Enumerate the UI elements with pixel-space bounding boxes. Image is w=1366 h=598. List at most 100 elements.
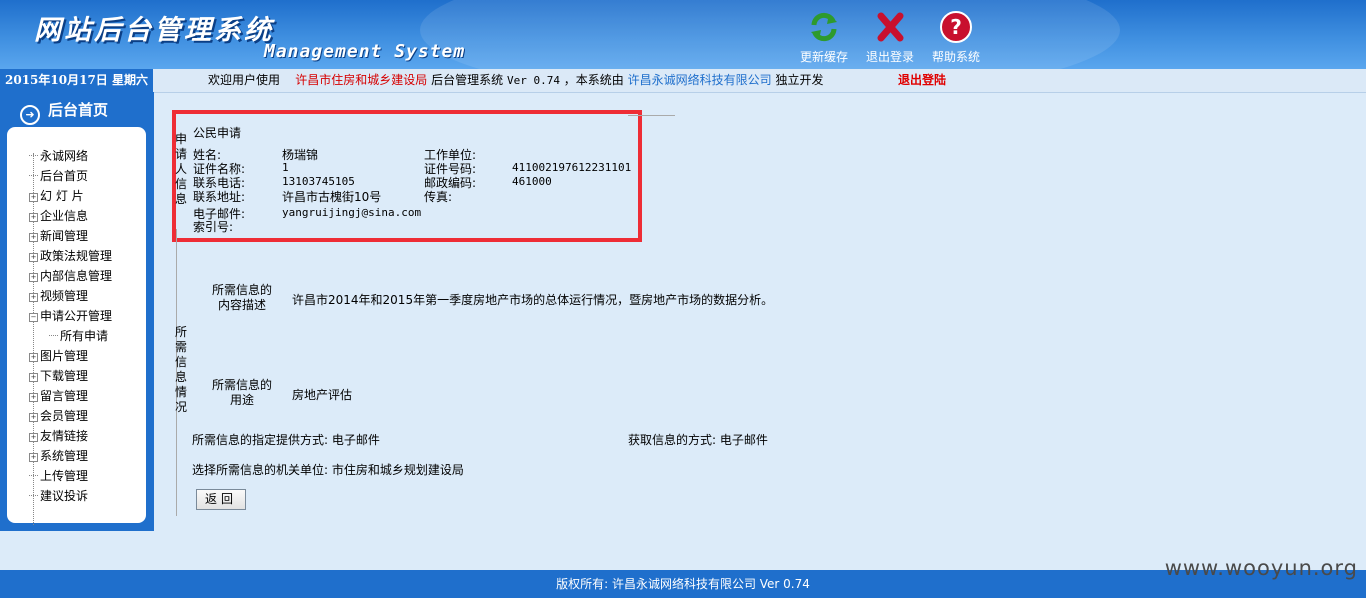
watermark: www.wooyun.org bbox=[1164, 556, 1358, 580]
sidebar-item-news[interactable]: + 新闻管理 bbox=[29, 226, 112, 246]
welcome-text: 欢迎用户使用 许昌市住房和城乡建设局 后台管理系统 Ver 0.74 ，本系统由… bbox=[208, 69, 823, 92]
fax-label: 传真: bbox=[424, 190, 453, 204]
address-value: 许昌市古槐街10号 bbox=[282, 190, 382, 204]
expand-plus-icon[interactable]: + bbox=[29, 413, 38, 422]
expand-plus-icon[interactable]: + bbox=[29, 373, 38, 382]
sidebar-item-label: 友情链接 bbox=[40, 429, 89, 443]
sidebar-item-company-info[interactable]: + 企业信息 bbox=[29, 206, 112, 226]
sidebar-item-label: 留言管理 bbox=[40, 389, 89, 403]
sidebar-item-all-requests[interactable]: 所有申请 bbox=[29, 326, 112, 346]
applicant-section-label: 申请人信息 bbox=[174, 132, 187, 206]
expand-plus-icon[interactable]: + bbox=[29, 293, 38, 302]
sidebar-item-messages[interactable]: + 留言管理 bbox=[29, 386, 112, 406]
help-button[interactable]: ? 帮助系统 bbox=[921, 10, 991, 65]
sidebar-item-label: 新闻管理 bbox=[40, 229, 89, 243]
phone-value: 13103745105 bbox=[282, 175, 355, 188]
id-type-value: 1 bbox=[282, 161, 289, 174]
app-title: 网站后台管理系统 bbox=[34, 15, 274, 46]
app-subtitle: Management System bbox=[264, 41, 466, 62]
sidebar-item-label: 系统管理 bbox=[40, 449, 89, 463]
header-banner: 网站后台管理系统 Management System 更新缓存 退出登录 ? 帮… bbox=[0, 0, 1366, 69]
sidebar-item-system[interactable]: + 系统管理 bbox=[29, 446, 112, 466]
banner-decoration bbox=[420, 0, 1120, 69]
refresh-icon bbox=[811, 12, 837, 42]
divider-line bbox=[628, 115, 675, 116]
sidebar-home-label: 后台首页 bbox=[48, 101, 109, 119]
use-label-line1: 所需信息的 bbox=[211, 378, 272, 392]
expand-plus-icon[interactable]: + bbox=[29, 453, 38, 462]
address-label: 联系地址: bbox=[193, 190, 246, 204]
org-name: 许昌市住房和城乡建设局 bbox=[295, 73, 428, 87]
collapse-minus-icon[interactable]: − bbox=[29, 313, 38, 322]
expand-plus-icon[interactable]: + bbox=[29, 273, 38, 282]
sidebar-item-label: 下载管理 bbox=[40, 369, 89, 383]
sidebar-item-members[interactable]: + 会员管理 bbox=[29, 406, 112, 426]
applicant-type: 公民申请 bbox=[193, 126, 242, 140]
help-icon: ? bbox=[940, 11, 972, 43]
desc-value: 许昌市2014年和2015年第一季度房地产市场的总体运行情况，暨房地产市场的数据… bbox=[292, 293, 774, 307]
company-name: 许昌永诚网络科技有限公司 bbox=[627, 73, 772, 87]
postcode-value: 461000 bbox=[512, 175, 552, 188]
expand-plus-icon[interactable]: + bbox=[29, 213, 38, 222]
sidebar-item-internal-info[interactable]: + 内部信息管理 bbox=[29, 266, 112, 286]
request-section-label: 所需信息情况 bbox=[174, 325, 187, 414]
sidebar-home-link[interactable]: ➜ 后台首页 bbox=[20, 100, 108, 125]
sidebar-item-disclosure[interactable]: − 申请公开管理 bbox=[29, 306, 112, 326]
desc-label-line1: 所需信息的 bbox=[211, 283, 272, 297]
back-button[interactable]: 返回 bbox=[196, 489, 246, 510]
sidebar-tree-panel: 永诚网络 后台首页 + 幻 灯 片 + 企业信息 + 新闻管理 + 政策法规管理 + 内部… bbox=[7, 127, 146, 525]
sidebar-item-slides[interactable]: + 幻 灯 片 bbox=[29, 186, 112, 206]
by-prefix: ，本系统由 bbox=[563, 73, 624, 87]
sidebar-item-images[interactable]: + 图片管理 bbox=[29, 346, 112, 366]
refresh-cache-button[interactable]: 更新缓存 bbox=[789, 10, 859, 65]
index-label: 索引号: bbox=[193, 220, 234, 234]
expand-plus-icon[interactable]: + bbox=[29, 233, 38, 242]
sidebar-item-backend-home[interactable]: 后台首页 bbox=[29, 166, 112, 186]
logout-label: 退出登录 bbox=[865, 50, 914, 64]
sidebar-item-downloads[interactable]: + 下载管理 bbox=[29, 366, 112, 386]
logout-link[interactable]: 退出登陆 bbox=[898, 69, 946, 92]
date-display: 2015年10月17日 星期六 bbox=[0, 69, 153, 92]
id-number-value: 411002197612231101 bbox=[512, 161, 632, 174]
sidebar-item-label: 申请公开管理 bbox=[40, 309, 113, 323]
sidebar-item-label: 建议投诉 bbox=[40, 489, 89, 503]
welcome-prefix: 欢迎用户使用 bbox=[208, 73, 281, 87]
expand-plus-icon[interactable]: + bbox=[29, 393, 38, 402]
sidebar-item-policy[interactable]: + 政策法规管理 bbox=[29, 246, 112, 266]
expand-plus-icon[interactable]: + bbox=[29, 433, 38, 442]
copyright-text: 版权所有: 许昌永诚网络科技有限公司 Ver 0.74 bbox=[556, 577, 810, 591]
svg-text:?: ? bbox=[950, 15, 962, 39]
use-label: 所需信息的 用途 bbox=[210, 378, 274, 408]
arrow-right-icon: ➜ bbox=[20, 105, 40, 125]
use-label-line2: 用途 bbox=[229, 393, 254, 407]
sidebar-item-video[interactable]: + 视频管理 bbox=[29, 286, 112, 306]
agency: 选择所需信息的机关单位: 市住房和城乡规划建设局 bbox=[192, 463, 464, 477]
main-content: 申请人信息 公民申请 姓名: 杨瑞锦 工作单位: 证件名称: 1 证件号码: 4… bbox=[154, 92, 1366, 570]
obtain-method: 获取信息的方式: 电子邮件 bbox=[628, 433, 768, 447]
email-value: yangruijingj@sina.com bbox=[282, 206, 422, 219]
sidebar-item-upload[interactable]: 上传管理 bbox=[29, 466, 112, 486]
sidebar-item-yongcheng[interactable]: 永诚网络 bbox=[29, 146, 112, 166]
info-bar: 2015年10月17日 星期六 欢迎用户使用 许昌市住房和城乡建设局 后台管理系… bbox=[0, 69, 1366, 93]
sidebar-item-label: 上传管理 bbox=[40, 469, 89, 483]
expand-plus-icon[interactable]: + bbox=[29, 353, 38, 362]
refresh-cache-label: 更新缓存 bbox=[799, 50, 848, 64]
logout-button[interactable]: 退出登录 bbox=[855, 10, 925, 65]
desc-label: 所需信息的 内容描述 bbox=[210, 283, 274, 313]
expand-plus-icon[interactable]: + bbox=[29, 253, 38, 262]
sidebar: ➜ 后台首页 永诚网络 后台首页 + 幻 灯 片 + 企业信息 + 新闻管理 + 政策法规… bbox=[0, 92, 154, 531]
close-icon bbox=[877, 12, 904, 42]
sidebar-item-label: 内部信息管理 bbox=[40, 269, 113, 283]
sidebar-item-label: 视频管理 bbox=[40, 289, 89, 303]
system-name: 后台管理系统 bbox=[431, 73, 504, 87]
sidebar-item-label: 政策法规管理 bbox=[40, 249, 113, 263]
sidebar-item-suggestions[interactable]: 建议投诉 bbox=[29, 486, 112, 506]
sidebar-item-label: 图片管理 bbox=[40, 349, 89, 363]
help-label: 帮助系统 bbox=[931, 50, 980, 64]
system-version: Ver 0.74 bbox=[506, 74, 560, 87]
provide-method: 所需信息的指定提供方式: 电子邮件 bbox=[192, 433, 380, 447]
sidebar-item-links[interactable]: + 友情链接 bbox=[29, 426, 112, 446]
use-value: 房地产评估 bbox=[292, 388, 353, 402]
sidebar-tree: 永诚网络 后台首页 + 幻 灯 片 + 企业信息 + 新闻管理 + 政策法规管理 + 内部… bbox=[29, 146, 112, 506]
expand-plus-icon[interactable]: + bbox=[29, 193, 38, 202]
